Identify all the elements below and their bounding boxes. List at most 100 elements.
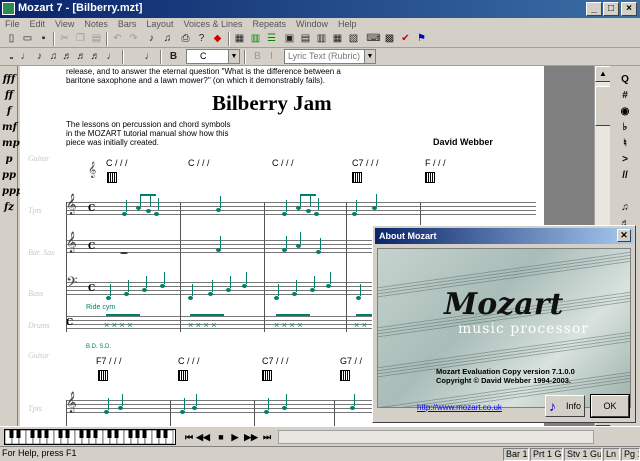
print-icon[interactable]: ⎙	[178, 31, 193, 46]
bold-button[interactable]: B	[166, 49, 181, 64]
piano-black-key[interactable]	[65, 430, 70, 438]
scroll-up-icon[interactable]: ▲	[595, 66, 611, 82]
note[interactable]	[372, 206, 377, 210]
instrument-icon[interactable]: ♫	[160, 31, 175, 46]
ok-button[interactable]: OK	[590, 394, 630, 418]
cut-icon[interactable]: ✂	[57, 31, 72, 46]
close-button[interactable]: ×	[621, 2, 637, 16]
note-whole-icon[interactable]: 𝅝	[4, 49, 19, 64]
dynamic-mp-icon[interactable]: mp	[2, 136, 20, 152]
new-icon[interactable]: ▯	[4, 31, 19, 46]
note[interactable]	[292, 292, 297, 296]
note[interactable]	[350, 406, 355, 410]
chevron-down-icon[interactable]: ▼	[228, 50, 239, 63]
menu-notes[interactable]: Notes	[79, 18, 113, 30]
chord-symbol[interactable]: C7 / / /	[262, 356, 289, 366]
menu-file[interactable]: File	[0, 18, 25, 30]
slash-icon[interactable]: //	[616, 168, 634, 184]
page-d-icon[interactable]: ▦	[330, 31, 345, 46]
text-style-combo[interactable]: Lyric Text (Rubric) ▼	[284, 49, 376, 64]
page-b-icon[interactable]: ▤	[298, 31, 313, 46]
note[interactable]	[282, 248, 287, 252]
note[interactable]	[208, 292, 213, 296]
menu-help[interactable]: Help	[333, 18, 362, 30]
dynamic-fff-icon[interactable]: fff	[2, 72, 16, 88]
dynamic-p-icon[interactable]: p	[2, 152, 16, 168]
note[interactable]	[352, 212, 357, 216]
piano-black-key[interactable]	[16, 430, 21, 438]
page-e-icon[interactable]: ▧	[346, 31, 361, 46]
play-icon[interactable]: ▶	[228, 430, 242, 444]
chord-symbol[interactable]: C / / /	[106, 158, 128, 168]
note[interactable]	[188, 296, 193, 300]
note-32nd-icon[interactable]: ♬	[74, 49, 89, 64]
piano-black-key[interactable]	[107, 430, 112, 438]
piano-black-key[interactable]	[30, 430, 35, 438]
note[interactable]	[216, 208, 221, 212]
sharp-icon[interactable]: #	[616, 88, 634, 104]
info-button[interactable]: ♪ Info	[545, 395, 585, 417]
menu-edit[interactable]: Edit	[25, 18, 51, 30]
note[interactable]	[242, 284, 247, 288]
open-icon[interactable]: ▭	[20, 31, 35, 46]
note[interactable]	[160, 284, 165, 288]
play-speaker-icon[interactable]: ♪	[144, 31, 159, 46]
grid-icon[interactable]: ▩	[382, 31, 397, 46]
dynamic-fz-icon[interactable]: fz	[2, 200, 16, 216]
piano-black-key[interactable]	[135, 430, 140, 438]
note[interactable]	[122, 212, 127, 216]
go-end-icon[interactable]: ⏭	[260, 430, 274, 444]
minimize-button[interactable]: _	[586, 2, 602, 16]
chord-symbol[interactable]: C / / /	[188, 158, 210, 168]
piano-black-key[interactable]	[9, 430, 14, 438]
note[interactable]	[296, 206, 301, 210]
note[interactable]	[310, 288, 315, 292]
scroll-thumb[interactable]	[595, 86, 611, 126]
piano-black-key[interactable]	[37, 430, 42, 438]
note-quarter-icon[interactable]: ♪	[32, 49, 47, 64]
note[interactable]	[192, 406, 197, 410]
chord-symbol[interactable]: F7 / / /	[96, 356, 122, 366]
note[interactable]	[326, 284, 331, 288]
note[interactable]	[118, 406, 123, 410]
note[interactable]	[314, 212, 319, 216]
chord-symbol[interactable]: G7 / /	[340, 356, 362, 366]
note[interactable]	[124, 292, 129, 296]
piano-black-key[interactable]	[86, 430, 91, 438]
note[interactable]	[136, 206, 141, 210]
piano-black-key[interactable]	[142, 430, 147, 438]
page-c-icon[interactable]: ▥	[314, 31, 329, 46]
dynamic-ff-icon[interactable]: ff	[2, 88, 16, 104]
help-icon[interactable]: ?	[194, 31, 209, 46]
layout-a-icon[interactable]: ▦	[232, 31, 247, 46]
piano-black-key[interactable]	[163, 430, 168, 438]
note[interactable]	[226, 288, 231, 292]
grace-note-icon[interactable]: ♩	[142, 49, 157, 64]
accent-icon[interactable]: >	[616, 152, 634, 168]
note[interactable]	[142, 288, 147, 292]
mark-icon[interactable]: ⚑	[414, 31, 429, 46]
undo-icon[interactable]: ↶	[110, 31, 125, 46]
dynamic-ppp-icon[interactable]: ppp	[2, 184, 23, 200]
note[interactable]	[154, 212, 159, 216]
italic-button[interactable]: B	[250, 49, 265, 64]
text-italic-icon[interactable]: I	[264, 49, 279, 64]
note[interactable]	[106, 296, 111, 300]
paste-icon[interactable]: ▤	[89, 31, 104, 46]
piano-black-key[interactable]	[156, 430, 161, 438]
dynamic-mf-icon[interactable]: mf	[2, 120, 17, 136]
chevron-down-icon[interactable]: ▼	[364, 50, 375, 63]
note-16th-icon[interactable]: ♬	[60, 49, 75, 64]
note-eighth-icon[interactable]: ♫	[46, 49, 61, 64]
go-start-icon[interactable]: ⏮	[182, 430, 196, 444]
piano-black-key[interactable]	[114, 430, 119, 438]
layout-c-icon[interactable]: ☰	[264, 31, 279, 46]
menu-voices[interactable]: Voices & Lines	[178, 18, 247, 30]
note[interactable]	[296, 244, 301, 248]
website-link[interactable]: http://www.mozart.co.uk	[417, 403, 502, 412]
stop-icon[interactable]: ■	[214, 430, 228, 444]
horizontal-scrollbar[interactable]	[278, 430, 594, 444]
close-icon[interactable]: ✕	[617, 229, 631, 242]
page-a-icon[interactable]: ▣	[282, 31, 297, 46]
note[interactable]	[282, 212, 287, 216]
